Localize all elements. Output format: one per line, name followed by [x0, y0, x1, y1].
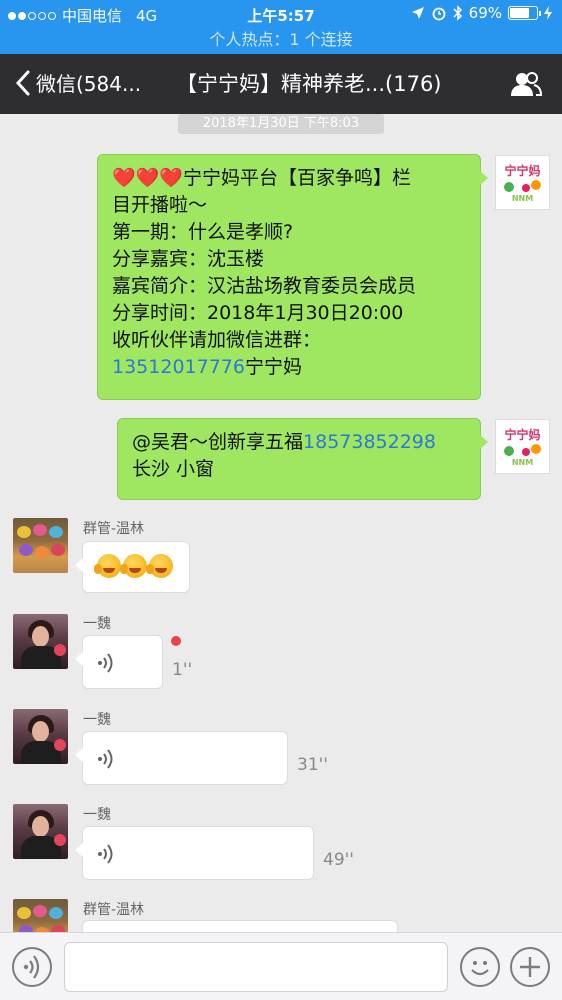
message-line: ❤️❤️❤️宁宁妈平台【百家争鸣】栏 — [112, 167, 411, 189]
sender-name: 一魏 — [83, 616, 111, 632]
message-line: 长沙 小窗 — [132, 458, 215, 480]
sender-avatar[interactable] — [13, 518, 68, 573]
back-button[interactable]: 微信(584... — [14, 68, 141, 97]
message-line: 分享嘉宾：沈玉楼 — [112, 248, 265, 270]
grin-emoji-icon — [94, 554, 121, 578]
charging-icon — [544, 6, 552, 20]
voice-wave-icon — [98, 653, 113, 673]
chat-area[interactable]: 2018年1月30日 下午8:03 ❤️❤️❤️宁宁妈平台【百家争鸣】栏 目开播… — [0, 114, 562, 932]
voice-duration: 49'' — [323, 850, 354, 870]
location-icon — [411, 7, 424, 19]
status-bar: 中国电信 4G 上午5:57 69% — [0, 0, 562, 28]
voice-message-bubble[interactable] — [75, 826, 314, 880]
emoji-button[interactable] — [460, 947, 500, 987]
unread-indicator — [171, 636, 181, 646]
voice-duration: 31'' — [297, 755, 328, 775]
message-line: 嘉宾简介：汉沽盐场教育委员会成员 — [112, 275, 417, 297]
hotspot-banner[interactable]: 个人热点：1 个连接 — [0, 28, 562, 54]
bluetooth-icon — [453, 5, 462, 21]
nav-bar: 微信(584... 【宁宁妈】精神养老...(176) — [0, 54, 562, 114]
message-line: 收听伙伴请加微信进群： — [112, 329, 322, 351]
message-line: 第一期：什么是孝顺? — [112, 221, 294, 243]
voice-message-bubble[interactable] — [82, 920, 398, 932]
sender-avatar[interactable] — [13, 804, 68, 859]
voice-wave-icon — [98, 844, 113, 864]
voice-wave-icon — [23, 955, 40, 979]
sender-name: 群管-温林 — [83, 521, 145, 537]
plus-icon — [520, 957, 540, 977]
sender-avatar[interactable] — [13, 899, 68, 932]
battery-percent: 69% — [468, 4, 502, 22]
sender-name: 一魏 — [83, 712, 111, 728]
message-text: 宁宁妈 — [244, 356, 302, 378]
chat-title: 【宁宁妈】精神养老...(176) — [176, 72, 442, 96]
battery-icon — [508, 6, 541, 20]
mention-text: @吴君～创新享五福 — [132, 431, 304, 453]
message-line: 分享时间：2018年1月30日20:00 — [112, 302, 404, 324]
own-avatar[interactable]: 宁宁妈 NNM — [495, 155, 550, 210]
voice-duration: 1'' — [172, 660, 193, 680]
sender-avatar[interactable] — [13, 614, 68, 669]
emoji-message-bubble[interactable] — [75, 541, 190, 593]
voice-wave-icon — [98, 749, 113, 769]
sender-name: 一魏 — [83, 807, 111, 823]
chevron-left-icon — [15, 70, 30, 95]
message-input[interactable] — [64, 942, 448, 992]
voice-message-bubble[interactable] — [75, 635, 163, 689]
own-message-bubble[interactable]: ❤️❤️❤️宁宁妈平台【百家争鸣】栏 目开播啦～ 第一期：什么是孝顺? 分享嘉宾… — [97, 154, 488, 400]
phone-link[interactable]: 13512017776 — [112, 356, 245, 378]
grin-emoji-icon — [146, 554, 173, 578]
message-line: 目开播啦～ — [112, 194, 208, 216]
sender-avatar[interactable] — [13, 709, 68, 764]
phone-link[interactable]: 18573852298 — [303, 431, 436, 453]
grin-emoji-icon — [120, 554, 147, 578]
input-bar — [0, 932, 562, 1000]
own-message-bubble[interactable]: @吴君～创新享五福18573852298 长沙 小窗 — [117, 418, 488, 500]
own-avatar[interactable]: 宁宁妈 NNM — [495, 419, 550, 474]
more-button[interactable] — [510, 947, 550, 987]
smiley-icon — [471, 961, 489, 976]
alarm-icon — [432, 7, 446, 21]
sender-name: 群管-温林 — [83, 902, 145, 918]
message-timestamp: 2018年1月30日 下午8:03 — [178, 114, 384, 134]
voice-mode-button[interactable] — [12, 947, 52, 987]
back-label: 微信(584... — [36, 72, 142, 96]
voice-message-bubble[interactable] — [75, 731, 288, 785]
group-info-icon[interactable] — [510, 70, 542, 98]
